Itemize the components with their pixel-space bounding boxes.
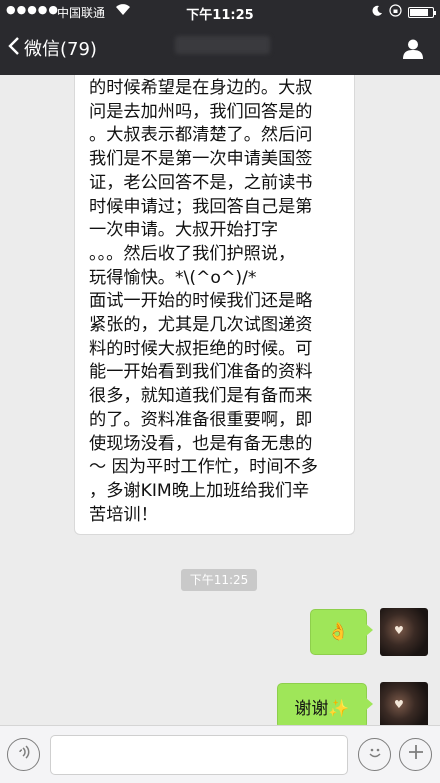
avatar[interactable]: ♥ <box>380 608 428 656</box>
battery-icon <box>408 6 436 18</box>
input-bar <box>0 725 440 783</box>
contact-name <box>175 36 270 54</box>
voice-icon <box>16 744 32 765</box>
voice-button[interactable] <box>7 738 40 771</box>
more-button[interactable] <box>399 738 432 771</box>
person-icon[interactable] <box>402 38 424 60</box>
ok-hand-emoji: 👌 <box>327 622 350 642</box>
plus-icon <box>408 744 424 765</box>
status-right-icons <box>371 4 436 20</box>
avatar[interactable]: ♥ <box>380 682 428 730</box>
back-label: 微信(79) <box>24 39 97 60</box>
smiley-icon <box>366 743 384 766</box>
outgoing-message-bubble[interactable]: 👌 <box>310 609 373 655</box>
emoji-button[interactable] <box>358 738 391 771</box>
chevron-left-icon <box>8 35 20 61</box>
outgoing-message-text: 谢谢✨ <box>294 698 350 719</box>
top-bar: ●●●●● 中国联通 下午11:25 微信(79) <box>0 0 440 75</box>
chat-area[interactable]: 的时候希望是在身边的。大叔 问是去加州吗，我们回答是的 。大叔表示都清楚了。然后… <box>0 75 440 730</box>
nav-bar: 微信(79) <box>0 22 440 75</box>
status-bar: ●●●●● 中国联通 下午11:25 <box>0 0 440 23</box>
incoming-message-bubble[interactable]: 的时候希望是在身边的。大叔 问是去加州吗，我们回答是的 。大叔表示都清楚了。然后… <box>74 75 355 535</box>
back-button[interactable]: 微信(79) <box>8 34 97 62</box>
orientation-lock-icon <box>389 4 402 20</box>
incoming-message-text: 的时候希望是在身边的。大叔 问是去加州吗，我们回答是的 。大叔表示都清楚了。然后… <box>89 78 318 525</box>
message-timestamp: 下午11:25 <box>181 569 257 591</box>
outgoing-message-bubble[interactable]: 谢谢✨ <box>277 683 373 729</box>
message-input[interactable] <box>50 735 348 775</box>
moon-icon <box>371 5 383 20</box>
